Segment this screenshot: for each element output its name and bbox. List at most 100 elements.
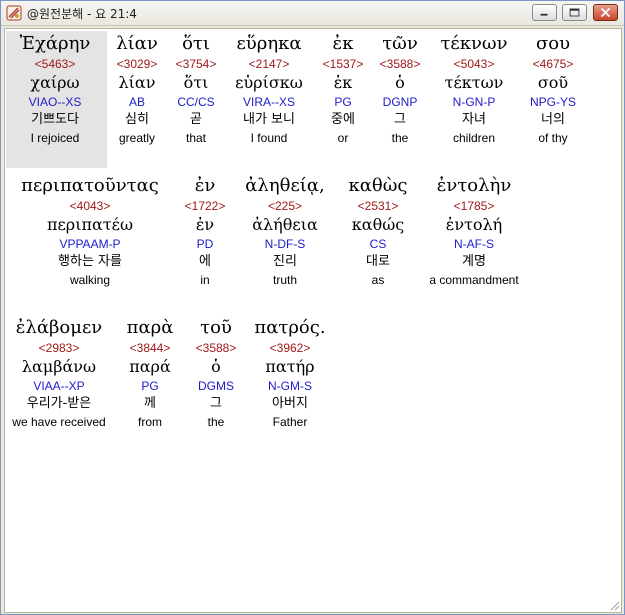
minimize-icon (540, 13, 548, 16)
strong-number[interactable]: <3029> (107, 55, 167, 73)
greek-word: ὅτι (182, 33, 210, 54)
greek-word: καθὼς (348, 175, 408, 196)
greek-word: τέκνων (440, 33, 508, 54)
strong-number[interactable]: <3588> (373, 55, 427, 73)
strong-number[interactable]: <5043> (433, 55, 515, 73)
lemma: ἀλήθεια (252, 215, 318, 234)
greek-word: Ἐχάρην (19, 33, 91, 54)
app-window: @원전분해 - 요 21:4 Ἐχάρην <5463> χαίρω VIAO-… (0, 0, 625, 615)
word-block[interactable]: τοῦ <3588> ὁ DGMS 그 the (189, 317, 243, 431)
korean-gloss: 에 (199, 254, 211, 269)
resize-grip-icon[interactable] (608, 599, 620, 611)
lemma: παρά (129, 357, 171, 376)
greek-word: ἐλάβομεν (15, 317, 103, 338)
greek-word: ἐντολὴν (436, 175, 512, 196)
english-gloss: Father (272, 415, 308, 429)
lemma: λίαν (118, 73, 156, 92)
strong-number[interactable]: <2531> (339, 197, 417, 215)
korean-gloss: 그 (210, 396, 222, 411)
parsing-code: VIAA--XP (33, 379, 85, 393)
word-block[interactable]: ἐντολὴν <1785> ἐντολή N-AF-S 계명 a comman… (421, 175, 527, 289)
greek-word: σου (535, 33, 571, 54)
strong-number[interactable]: <1785> (421, 197, 527, 215)
lemma: τέκτων (444, 73, 504, 92)
korean-gloss: 내가 보니 (243, 112, 295, 127)
korean-gloss: 곧 (190, 112, 202, 127)
strong-number[interactable]: <4043> (7, 197, 173, 215)
parsing-code: DGNP (382, 95, 418, 109)
strong-number[interactable]: <3754> (169, 55, 223, 73)
greek-word: τοῦ (200, 317, 232, 338)
strong-number[interactable]: <2147> (227, 55, 311, 73)
lemma: καθώς (351, 215, 405, 234)
greek-word: πατρός. (254, 317, 326, 338)
lemma: ἐντολή (445, 215, 503, 234)
parsing-code: N-AF-S (454, 237, 494, 251)
english-gloss: a commandment (429, 273, 519, 287)
parsing-code: PD (196, 237, 214, 251)
greek-word: ἀληθείᾳ, (245, 175, 325, 196)
strong-number[interactable]: <3588> (189, 339, 243, 357)
greek-word: περιπατοῦντας (21, 175, 159, 196)
lemma: ἐκ (333, 73, 353, 92)
lemma: ὁ (395, 73, 405, 92)
parsing-code: DGMS (198, 379, 234, 393)
word-block[interactable]: ἐν <1722> ἐν PD 에 in (179, 175, 231, 289)
word-block[interactable]: πατρός. <3962> πατήρ N-GM-S 아버지 Father (249, 317, 331, 431)
korean-gloss: 대로 (366, 254, 390, 269)
strong-number[interactable]: <3844> (121, 339, 179, 357)
english-gloss: children (452, 131, 496, 145)
word-block[interactable]: εὕρηκα <2147> εὑρίσκω VIRA--XS 내가 보니 I f… (227, 33, 311, 147)
strong-number[interactable]: <2983> (7, 339, 111, 357)
parsing-code: N-GN-P (452, 95, 496, 109)
korean-gloss: 자녀 (462, 112, 486, 127)
greek-word: ἐν (194, 175, 216, 196)
word-block[interactable]: τῶν <3588> ὁ DGNP 그 the (373, 33, 427, 147)
english-gloss: the (207, 415, 225, 429)
word-block[interactable]: ὅτι <3754> ὅτι CC/CS 곧 that (169, 33, 223, 147)
close-icon (600, 7, 611, 18)
word-block[interactable]: περιπατοῦντας <4043> περιπατέω VPPAAM-P … (7, 175, 173, 289)
strong-number[interactable]: <5463> (7, 55, 103, 73)
english-gloss: from (138, 415, 162, 429)
word-block[interactable]: σου <4675> σοῦ NPG-YS 너의 of thy (519, 33, 587, 147)
strong-number[interactable]: <225> (235, 197, 335, 215)
strong-number[interactable]: <3962> (249, 339, 331, 357)
word-block[interactable]: παρὰ <3844> παρά PG 께 from (121, 317, 179, 431)
maximize-button[interactable] (562, 4, 587, 21)
korean-gloss: 그 (394, 112, 406, 127)
english-gloss: we have received (12, 415, 106, 429)
minimize-button[interactable] (532, 4, 557, 21)
interlinear-panel[interactable]: Ἐχάρην <5463> χαίρω VIAO--XS 기쁘도다 I rejo… (4, 28, 622, 613)
word-block[interactable]: ἀληθείᾳ, <225> ἀλήθεια N-DF-S 진리 truth (235, 175, 335, 289)
lemma: ὅτι (183, 73, 209, 92)
word-block[interactable]: λίαν <3029> λίαν AB 심히 greatly (107, 33, 167, 147)
parsing-code: NPG-YS (529, 95, 576, 109)
greek-word: εὕρηκα (236, 33, 302, 54)
close-button[interactable] (593, 4, 618, 21)
lemma: χαίρω (30, 73, 80, 92)
korean-gloss: 아버지 (272, 396, 308, 411)
lemma: σοῦ (537, 73, 569, 92)
korean-gloss: 우리가-받은 (26, 396, 92, 411)
title-bar[interactable]: @원전분해 - 요 21:4 (1, 1, 624, 26)
app-logo-icon (6, 5, 22, 21)
word-block[interactable]: καθὼς <2531> καθώς CS 대로 as (339, 175, 417, 289)
strong-number[interactable]: <1722> (179, 197, 231, 215)
parsing-code: PG (141, 379, 159, 393)
korean-gloss: 계명 (462, 254, 486, 269)
parsing-code: CC/CS (177, 95, 215, 109)
strong-number[interactable]: <1537> (317, 55, 369, 73)
english-gloss: as (371, 273, 385, 287)
greek-word: τῶν (382, 33, 418, 54)
parsing-code: N-DF-S (264, 237, 306, 251)
word-block[interactable]: τέκνων <5043> τέκτων N-GN-P 자녀 children (433, 33, 515, 147)
word-block[interactable]: ἐκ <1537> ἐκ PG 중에 or (317, 33, 369, 147)
korean-gloss: 께 (144, 396, 156, 411)
strong-number[interactable]: <4675> (519, 55, 587, 73)
english-gloss: walking (69, 273, 111, 287)
word-block[interactable]: Ἐχάρην <5463> χαίρω VIAO--XS 기쁘도다 I rejo… (7, 33, 103, 147)
english-gloss: the (391, 131, 409, 145)
word-block[interactable]: ἐλάβομεν <2983> λαμβάνω VIAA--XP 우리가-받은 … (7, 317, 111, 431)
lemma: ὁ (211, 357, 221, 376)
